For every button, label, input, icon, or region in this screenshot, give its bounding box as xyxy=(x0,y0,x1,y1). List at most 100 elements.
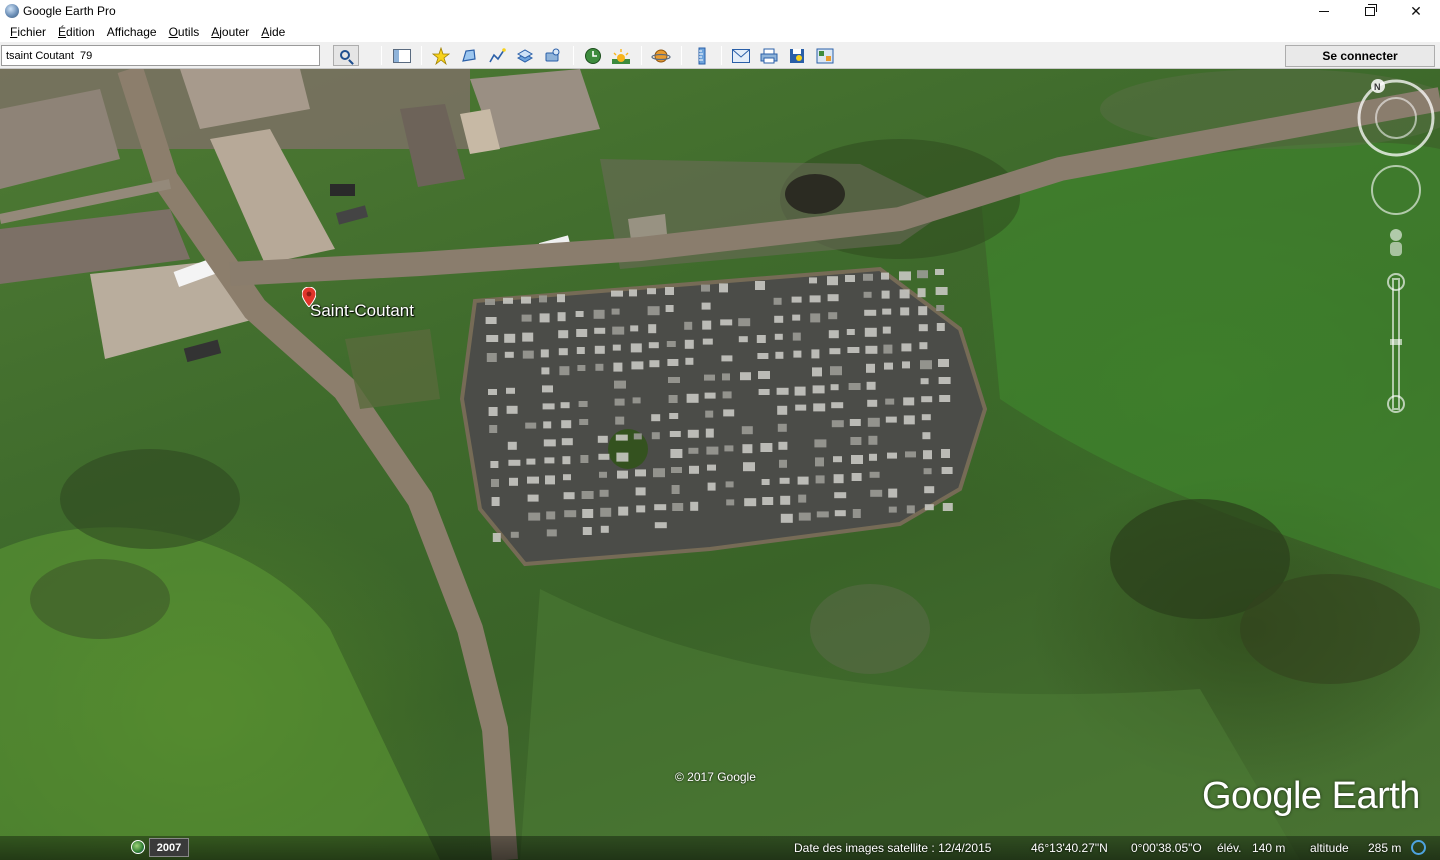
grave-marker xyxy=(813,403,826,412)
grave-marker xyxy=(546,529,557,537)
grave-marker xyxy=(545,475,555,485)
menu-ajouter[interactable]: Ajouter xyxy=(205,22,255,42)
grave-marker xyxy=(723,409,735,417)
grave-marker xyxy=(702,338,713,345)
grave-marker xyxy=(918,306,928,316)
print-button[interactable] xyxy=(757,45,781,66)
grave-marker xyxy=(671,485,680,494)
grave-marker xyxy=(941,449,950,458)
grave-marker xyxy=(615,434,628,441)
grave-marker xyxy=(755,281,765,290)
grave-marker xyxy=(720,319,733,326)
map-view[interactable]: Saint-Coutant N © 2017 Google Google Ear… xyxy=(0,69,1440,860)
grave-marker xyxy=(811,349,820,359)
grave-marker xyxy=(846,329,855,335)
grave-marker xyxy=(636,505,646,513)
grave-marker xyxy=(539,295,547,303)
search-input[interactable]: tsaint Coutant 79 xyxy=(1,45,320,66)
toolbar-separator xyxy=(381,46,382,65)
grave-marker xyxy=(740,372,751,381)
grave-marker xyxy=(600,507,612,517)
ruler-button[interactable] xyxy=(690,45,714,66)
grave-marker xyxy=(725,481,734,488)
grave-marker xyxy=(902,361,910,369)
grave-marker xyxy=(527,476,539,484)
search-button[interactable] xyxy=(333,45,359,66)
grave-marker xyxy=(488,389,497,395)
grave-marker xyxy=(597,435,608,443)
grave-marker xyxy=(541,367,550,375)
menu-aide[interactable]: Aide xyxy=(255,22,291,42)
grave-marker xyxy=(651,414,661,422)
add-polygon-button[interactable] xyxy=(457,45,481,66)
grave-marker xyxy=(632,397,641,404)
save-image-button[interactable] xyxy=(785,45,809,66)
menu-affichage[interactable]: Affichage xyxy=(101,22,163,42)
grave-marker xyxy=(775,351,784,359)
grave-marker xyxy=(557,312,566,322)
grave-marker xyxy=(850,437,862,445)
grave-marker xyxy=(828,330,839,339)
grave-marker xyxy=(905,451,916,458)
grave-marker xyxy=(792,314,801,321)
grave-marker xyxy=(922,432,931,440)
email-button[interactable] xyxy=(729,45,753,66)
grave-marker xyxy=(635,487,646,496)
grave-marker xyxy=(618,506,629,516)
sign-in-button[interactable]: Se connecter xyxy=(1285,45,1435,67)
grave-marker xyxy=(884,362,893,370)
menu-outils-label: Outils xyxy=(168,25,200,39)
toolbar-separator xyxy=(641,46,642,65)
historical-imagery-button[interactable] xyxy=(581,45,605,66)
grave-marker xyxy=(653,468,665,478)
sunlight-button[interactable] xyxy=(609,45,633,66)
grave-marker xyxy=(701,284,710,292)
grave-marker xyxy=(831,402,844,409)
grave-marker xyxy=(724,445,734,452)
grave-marker xyxy=(558,330,569,339)
image-overlay-button[interactable] xyxy=(513,45,537,66)
switch-planet-button[interactable] xyxy=(649,45,673,66)
grave-marker xyxy=(792,332,801,341)
grave-marker xyxy=(648,324,657,334)
grave-marker xyxy=(923,450,932,460)
close-button[interactable]: ✕ xyxy=(1393,0,1439,22)
grave-marker xyxy=(666,341,676,347)
grave-marker xyxy=(722,373,730,381)
restore-button[interactable] xyxy=(1347,0,1393,22)
grave-marker xyxy=(834,510,846,517)
imagery-copyright: © 2017 Google xyxy=(675,770,756,784)
grave-marker xyxy=(921,414,931,421)
historical-imagery-icon[interactable] xyxy=(131,840,145,854)
grave-marker xyxy=(489,425,498,433)
menu-fichier[interactable]: Fichier xyxy=(4,22,52,42)
planet-icon xyxy=(651,49,671,62)
sidebar-toggle-button[interactable] xyxy=(390,45,414,66)
grave-marker xyxy=(882,326,891,334)
record-tour-button[interactable] xyxy=(541,45,565,66)
add-path-button[interactable] xyxy=(485,45,509,66)
grave-marker xyxy=(901,343,912,352)
grave-marker xyxy=(701,302,711,310)
menu-edition[interactable]: Édition xyxy=(52,22,101,42)
grave-marker xyxy=(939,395,951,402)
grave-marker xyxy=(935,269,944,275)
grave-marker xyxy=(648,342,659,349)
grave-marker xyxy=(791,296,802,303)
placemark-label[interactable]: Saint-Coutant xyxy=(310,301,414,321)
view-in-maps-button[interactable] xyxy=(813,45,837,66)
grave-marker xyxy=(936,323,945,331)
status-bar: Date des images satellite : 12/4/2015 46… xyxy=(0,836,1440,860)
grave-marker xyxy=(757,353,769,359)
grave-marker xyxy=(809,277,817,284)
grave-marker xyxy=(579,419,589,425)
add-placemark-button[interactable] xyxy=(429,45,453,66)
menu-outils[interactable]: Outils xyxy=(163,22,206,42)
grave-marker xyxy=(635,469,646,477)
imagery-year-badge[interactable]: 2007 xyxy=(149,838,189,857)
minimize-button[interactable] xyxy=(1301,0,1347,22)
grave-marker xyxy=(633,433,642,440)
grave-marker xyxy=(612,326,625,335)
grave-marker xyxy=(774,333,783,340)
sun-icon xyxy=(612,48,630,64)
